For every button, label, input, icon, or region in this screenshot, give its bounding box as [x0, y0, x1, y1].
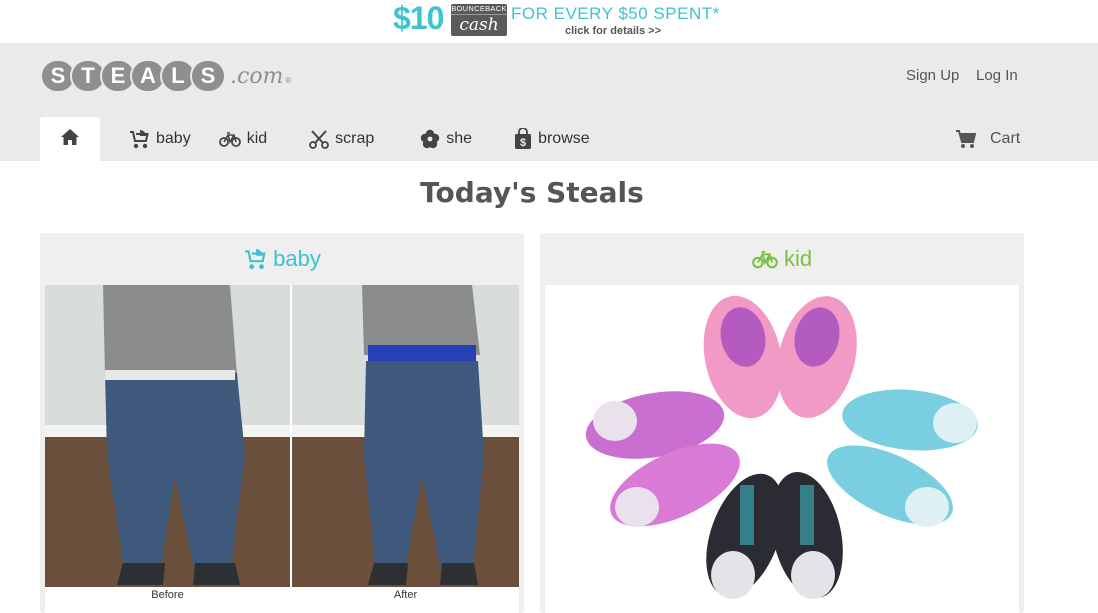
logo-suffix: .com	[230, 63, 284, 89]
promo-box-bottom: cash	[459, 15, 499, 35]
site-header: S T E A L S .com ® Sign Up Log In baby k…	[0, 43, 1098, 161]
before-caption: Before	[151, 589, 184, 601]
stroller-icon	[243, 246, 267, 272]
card-heading: baby	[40, 241, 524, 277]
stroller-icon	[128, 128, 150, 150]
steals-logo[interactable]: S T E A L S .com ®	[40, 58, 292, 94]
promo-tagline: FOR EVERY $50 SPENT*	[511, 4, 720, 23]
flower-icon	[420, 129, 440, 149]
before-photo	[45, 285, 290, 587]
tab-browse-label: browse	[538, 130, 590, 147]
scissors-icon	[309, 129, 330, 149]
cart-link[interactable]: Cart	[955, 127, 1020, 151]
bounceback-cash-badge: BOUNCEBACK cash	[451, 4, 507, 36]
tab-kid-label: kid	[246, 130, 268, 147]
promo-link[interactable]: $10 BOUNCEBACK cash FOR EVERY $50 SPENT*…	[393, 0, 719, 40]
promo-box-top: BOUNCEBACK	[451, 4, 507, 15]
deal-card-baby[interactable]: baby Before After	[40, 233, 524, 613]
tab-scrap-label: scrap	[335, 130, 375, 147]
logo-registered-mark: ®	[284, 75, 293, 85]
tab-she[interactable]: she	[420, 117, 472, 161]
product-image[interactable]	[545, 285, 1019, 613]
product-image[interactable]: Before After	[45, 285, 519, 613]
tab-baby-label: baby	[156, 130, 191, 147]
after-caption: After	[393, 589, 418, 601]
card-heading-label: kid	[783, 246, 813, 271]
home-icon	[60, 128, 80, 150]
tab-she-label: she	[446, 130, 473, 147]
sneakers-photo	[545, 285, 1019, 613]
cart-label: Cart	[990, 130, 1021, 147]
promo-banner: $10 BOUNCEBACK cash FOR EVERY $50 SPENT*…	[0, 0, 1098, 43]
page-title: Today's Steals	[420, 176, 644, 209]
bicycle-icon	[218, 131, 241, 147]
promo-details-link[interactable]: click for details >>	[565, 25, 661, 37]
tab-baby[interactable]: baby	[128, 117, 191, 161]
deal-card-kid[interactable]: kid	[540, 233, 1024, 613]
tab-browse[interactable]: $ browse	[514, 117, 590, 161]
main-nav: baby kid scrap she $ browse	[40, 117, 590, 161]
tab-kid[interactable]: kid	[218, 117, 268, 161]
shopping-bag-icon: $	[514, 128, 532, 150]
card-heading: kid	[540, 241, 1024, 277]
svg-text:$: $	[520, 137, 526, 149]
tab-scrap[interactable]: scrap	[309, 117, 374, 161]
log-in-link[interactable]: Log In	[976, 67, 1018, 84]
cart-icon	[955, 129, 977, 149]
sign-up-link[interactable]: Sign Up	[906, 67, 959, 84]
logo-letter: S	[190, 59, 226, 93]
bicycle-icon	[752, 249, 778, 269]
promo-amount: $10	[393, 0, 444, 36]
after-photo	[292, 285, 519, 587]
tab-home[interactable]	[40, 117, 100, 161]
card-heading-label: baby	[273, 246, 321, 271]
